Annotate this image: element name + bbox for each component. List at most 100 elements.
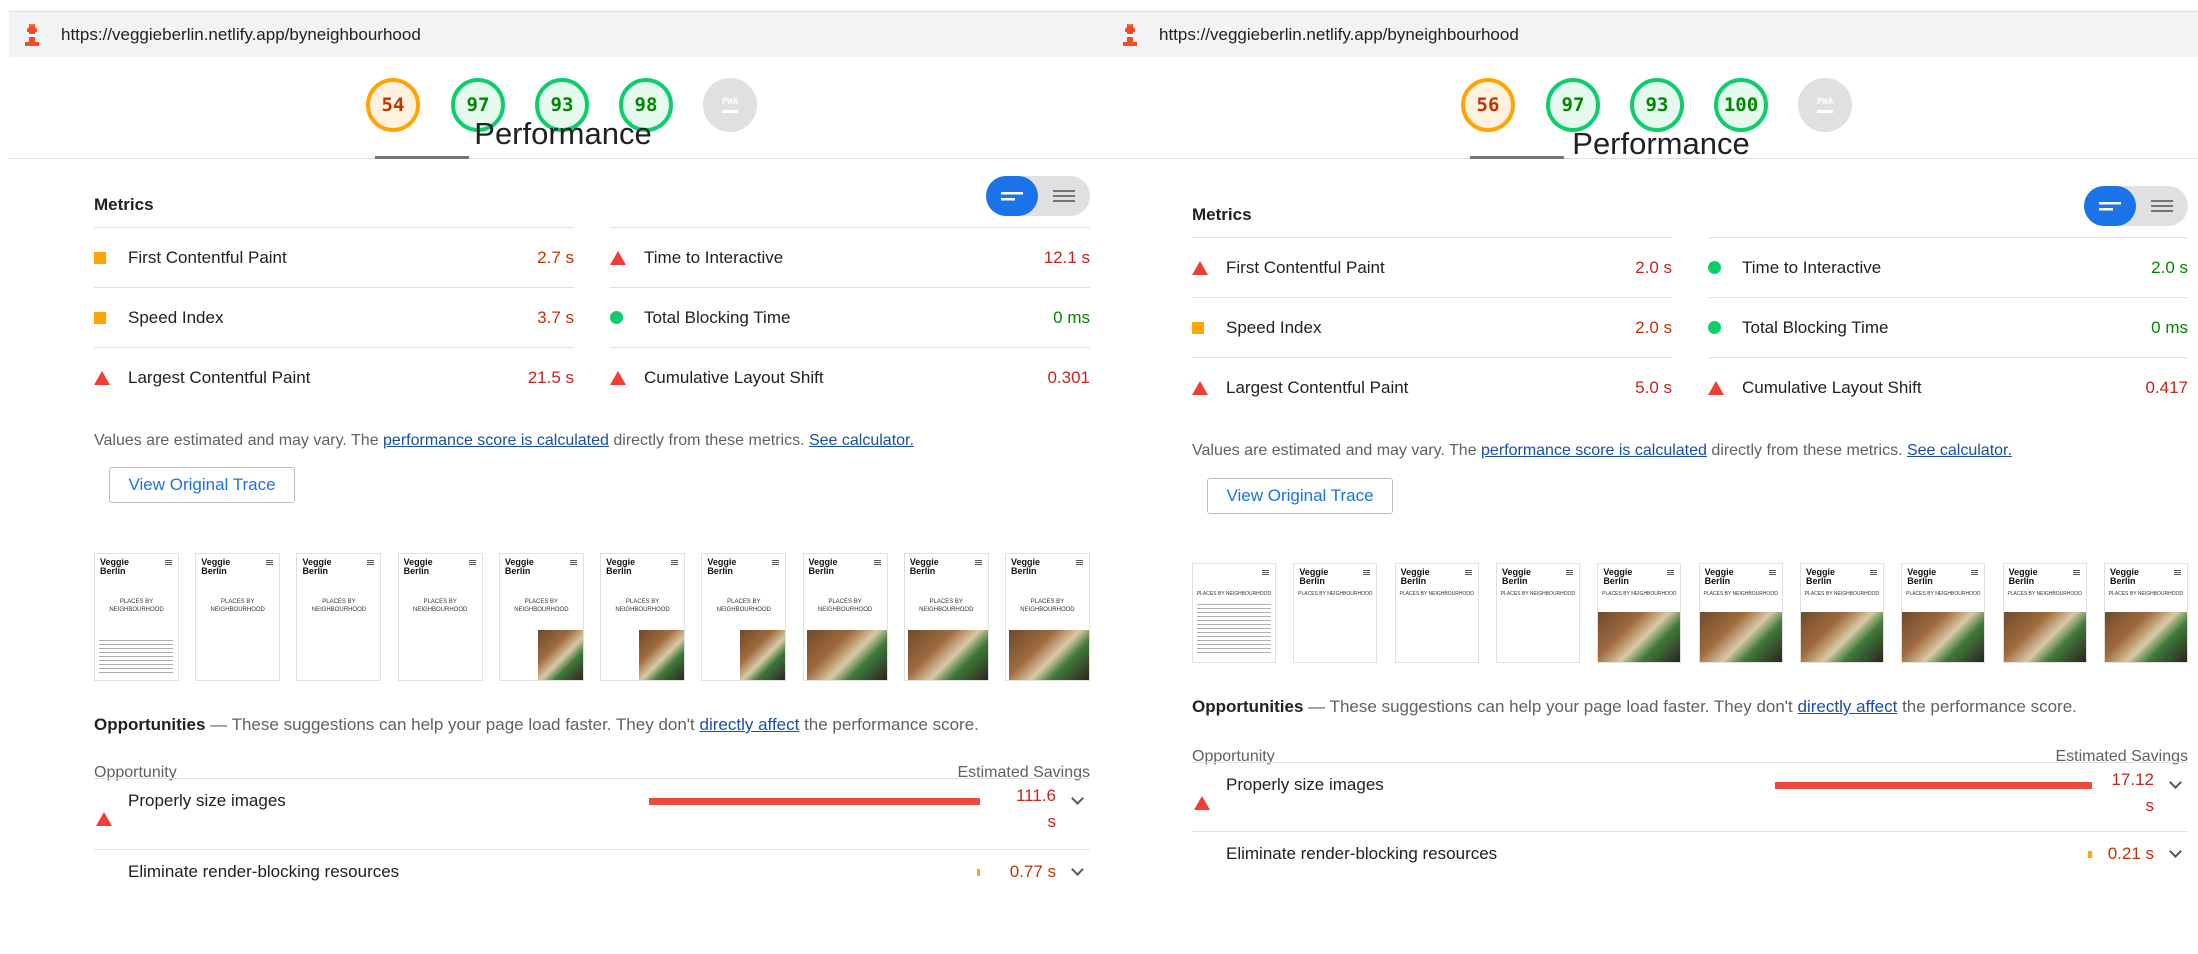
- metric-value: 5.0 s: [1635, 377, 1672, 397]
- opportunity-label: Properly size images: [128, 791, 286, 810]
- food-photo: [907, 630, 988, 680]
- square-icon: [1192, 321, 1204, 334]
- score-gauge-accessibility[interactable]: 97: [1546, 78, 1600, 132]
- triangle-icon: [1192, 260, 1208, 275]
- opportunities-description: — These suggestions can help your page l…: [205, 715, 700, 734]
- frame-brand: Veggie Berlin: [909, 557, 939, 576]
- url-text[interactable]: https://veggieberlin.netlify.app/byneigh…: [1159, 25, 1519, 45]
- opportunity-row[interactable]: Properly size images 17.12 s: [1192, 762, 2188, 830]
- view-original-trace-button[interactable]: View Original Trace: [109, 467, 295, 503]
- list-view-icon[interactable]: [2136, 186, 2188, 226]
- metric-value: 0 ms: [1053, 307, 1090, 327]
- compact-view-icon[interactable]: [2084, 186, 2136, 226]
- metrics-view-toggle[interactable]: [2084, 186, 2188, 226]
- directly-affect-link[interactable]: directly affect: [1798, 697, 1898, 716]
- frame-heading: PLACES BY NEIGHBOURHOOD: [2007, 591, 2082, 597]
- url-text[interactable]: https://veggieberlin.netlify.app/byneigh…: [61, 25, 421, 45]
- filmstrip-frame: Veggie Berlin PLACES BY NEIGHBOURHOOD: [2103, 563, 2188, 663]
- score-calculated-link[interactable]: performance score is calculated: [383, 432, 609, 449]
- see-calculator-link[interactable]: See calculator.: [809, 432, 914, 449]
- filmstrip-frame: Veggie Berlin PLACES BY NEIGHBOURHOOD: [802, 553, 888, 681]
- triangle-icon: [1708, 380, 1724, 395]
- status-icon-wrap: [94, 370, 128, 385]
- opportunity-label: Eliminate render-blocking resources: [1226, 844, 1498, 863]
- metric-label: Cumulative Layout Shift: [644, 367, 824, 387]
- opportunity-row[interactable]: Properly size images 111.6 s: [94, 778, 1090, 846]
- hamburger-icon: [1971, 570, 1979, 571]
- savings-value: 111.6 s: [1015, 786, 1056, 831]
- comparison-screenshot: https://veggieberlin.netlify.app/byneigh…: [0, 0, 2198, 954]
- frame-heading: PLACES BY NEIGHBOURHOOD: [311, 599, 367, 613]
- metrics-heading: Metrics: [94, 195, 154, 214]
- metric-label: First Contentful Paint: [1226, 257, 1385, 277]
- active-tab-underline: [375, 156, 469, 159]
- hamburger-icon: [468, 560, 476, 561]
- lighthouse-icon: [1119, 22, 1141, 48]
- savings-bar: [2088, 851, 2092, 858]
- directly-affect-link[interactable]: directly affect: [700, 715, 800, 734]
- view-original-trace-button[interactable]: View Original Trace: [1207, 478, 1393, 514]
- chevron-down-icon[interactable]: [2169, 845, 2182, 858]
- chevron-down-icon[interactable]: [2169, 776, 2182, 789]
- metric-value: 2.7 s: [537, 247, 574, 267]
- metric-label: Time to Interactive: [1742, 257, 1882, 277]
- metric-value: 2.0 s: [1635, 257, 1672, 277]
- pwa-dash-icon: [722, 110, 738, 113]
- opportunity-row[interactable]: Eliminate render-blocking resources 0.77 …: [94, 849, 1090, 893]
- filmstrip-frame: Veggie Berlin PLACES BY NEIGHBOURHOOD: [1901, 563, 1986, 663]
- status-icon-wrap: [610, 370, 644, 385]
- compact-view-icon[interactable]: [986, 176, 1038, 216]
- frame-heading: PLACES BY NEIGHBOURHOOD: [1804, 591, 1880, 597]
- score-gauge-performance[interactable]: 56: [1461, 78, 1515, 132]
- frame-brand: Veggie Berlin: [808, 557, 838, 576]
- chevron-down-icon[interactable]: [1071, 792, 1084, 805]
- metrics-heading: Metrics: [1192, 205, 1252, 224]
- frame-heading: PLACES BY NEIGHBOURHOOD: [1020, 599, 1075, 613]
- frame-brand: Veggie Berlin: [1010, 557, 1040, 576]
- hamburger-icon: [974, 560, 982, 561]
- metrics-view-toggle[interactable]: [986, 176, 1090, 216]
- food-photo: [806, 630, 887, 680]
- hamburger-icon: [1262, 570, 1269, 571]
- pwa-gauge[interactable]: PWA: [1798, 78, 1852, 132]
- frame-heading: PLACES BY NEIGHBOURHOOD: [615, 599, 670, 613]
- hamburger-icon: [569, 560, 577, 561]
- food-photo: [639, 630, 685, 680]
- disclaimer-text: Values are estimated and may vary. The: [94, 432, 384, 449]
- metric-row: Total Blocking Time 0 ms: [610, 287, 1090, 347]
- circle-icon: [1708, 321, 1721, 334]
- triangle-icon: [610, 370, 626, 385]
- hamburger-icon: [1363, 570, 1371, 571]
- chevron-down-icon[interactable]: [1071, 863, 1084, 876]
- filmstrip-frame: Veggie Berlin PLACES BY NEIGHBOURHOOD: [1394, 563, 1479, 663]
- metric-label: Total Blocking Time: [644, 307, 791, 327]
- score-gauge-seo[interactable]: 100: [1714, 78, 1768, 132]
- filmstrip-frame: Veggie Berlin PLACES BY NEIGHBOURHOOD: [1004, 553, 1090, 681]
- score-gauge-best-practices[interactable]: 93: [1630, 78, 1684, 132]
- status-icon-wrap: [1708, 261, 1742, 274]
- lighthouse-report-panel: https://veggieberlin.netlify.app/byneigh…: [1107, 11, 2198, 943]
- metric-value: 0 ms: [2151, 317, 2188, 337]
- frame-heading: PLACES BY NEIGHBOURHOOD: [1399, 591, 1474, 597]
- see-calculator-link[interactable]: See calculator.: [1907, 442, 2012, 459]
- filmstrip-frame: Veggie Berlin PLACES BY NEIGHBOURHOOD: [1799, 563, 1884, 663]
- lighthouse-icon: [21, 22, 43, 48]
- metric-value: 0.417: [2145, 377, 2188, 397]
- list-view-icon[interactable]: [1038, 176, 1090, 216]
- frame-brand: Veggie Berlin: [606, 557, 636, 576]
- score-calculated-link[interactable]: performance score is calculated: [1481, 442, 1707, 459]
- url-bar: https://veggieberlin.netlify.app/byneigh…: [1107, 11, 2198, 57]
- metric-row: Time to Interactive 2.0 s: [1708, 237, 2188, 297]
- pwa-label: PWA: [1816, 97, 1834, 107]
- opportunity-row[interactable]: Eliminate render-blocking resources 0.21 …: [1192, 831, 2188, 875]
- opportunities-title: Opportunities: [1192, 697, 1304, 716]
- opportunities-heading: Opportunities — These suggestions can he…: [1192, 697, 2077, 717]
- frame-heading: PLACES BY NEIGHBOURHOOD: [412, 599, 468, 613]
- hamburger-icon: [1667, 570, 1675, 571]
- disclaimer-text-middle: directly from these metrics.: [608, 432, 809, 449]
- opportunities-heading: Opportunities — These suggestions can he…: [94, 715, 979, 735]
- filmstrip-frame: Veggie Berlin PLACES BY NEIGHBOURHOOD: [498, 553, 584, 681]
- savings-bar: [1775, 782, 2092, 789]
- circle-icon: [1708, 261, 1721, 274]
- savings-bar: [649, 798, 980, 805]
